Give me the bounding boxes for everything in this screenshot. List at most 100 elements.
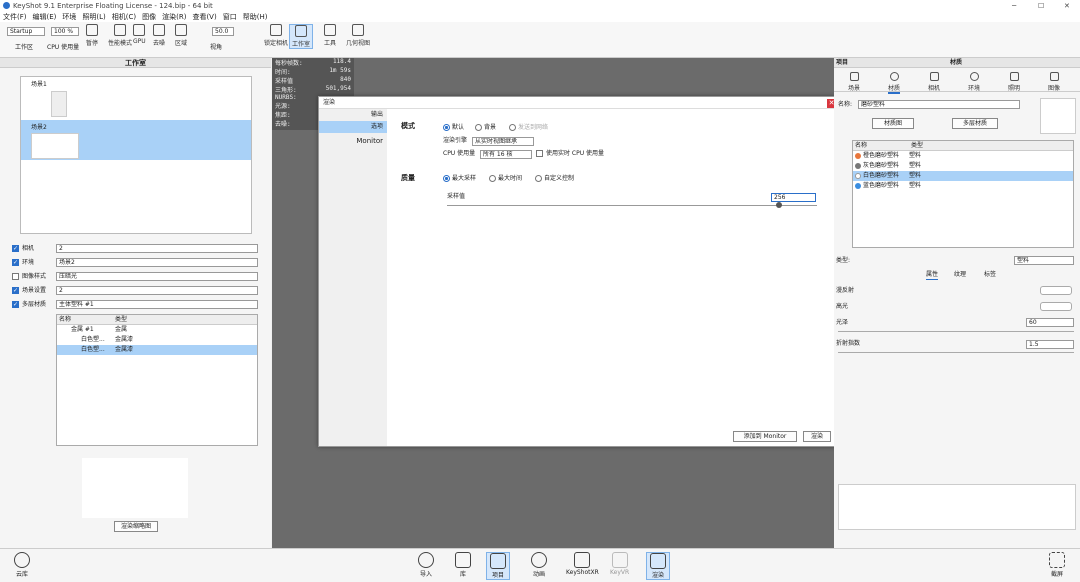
samples-slider-track[interactable]: [447, 205, 817, 206]
render-button[interactable]: 渲染: [803, 431, 831, 442]
gpu-button[interactable]: GPU: [133, 24, 146, 45]
tab-options[interactable]: 选项: [319, 121, 387, 133]
roughness-slider[interactable]: [838, 331, 1074, 332]
list-item[interactable]: 蓝色磨砂塑料 塑料: [853, 181, 1073, 191]
tools-button[interactable]: 工具: [324, 24, 336, 47]
menu-view[interactable]: 查看(V): [192, 12, 216, 22]
animation-button[interactable]: 动画: [531, 552, 547, 578]
studio-button[interactable]: 工作室: [289, 24, 314, 49]
menu-window[interactable]: 窗口: [223, 12, 237, 22]
quality-custom-radio[interactable]: 自定义控制: [535, 174, 574, 184]
specular-color-swatch[interactable]: [1040, 302, 1072, 311]
tab-image[interactable]: 图像: [1048, 72, 1060, 92]
minimize-icon[interactable]: ─: [1012, 2, 1016, 10]
menu-file[interactable]: 文件(F): [3, 12, 27, 22]
subtab-textures[interactable]: 纹理: [954, 270, 966, 280]
geometry-view-button[interactable]: 几何视图: [346, 24, 370, 47]
menu-environment[interactable]: 环境: [62, 12, 76, 22]
maximize-icon[interactable]: ☐: [1038, 2, 1044, 10]
menu-help[interactable]: 帮助(H): [243, 12, 268, 22]
denoise-button[interactable]: 去噪: [153, 24, 165, 47]
scene-item-selected[interactable]: 场景2: [21, 120, 251, 160]
tab-output[interactable]: 输出: [319, 109, 387, 121]
cpu-select[interactable]: 100 %: [51, 27, 79, 36]
tab-material[interactable]: 材质: [888, 72, 901, 94]
tab-environment[interactable]: 环境: [968, 72, 980, 92]
menu-lighting[interactable]: 照明(L): [82, 12, 105, 22]
keyshotxr-button[interactable]: KeyShotXR: [566, 552, 599, 576]
samples-slider-handle[interactable]: [776, 202, 782, 208]
image-style-select[interactable]: 压暗光: [56, 272, 258, 281]
cloud-library-button[interactable]: 云库: [14, 552, 30, 578]
cpu-usage-select[interactable]: 所有 16 核: [480, 150, 532, 159]
environment-select[interactable]: 场景2: [56, 258, 258, 267]
list-item[interactable]: 橙色磨砂塑料 塑料: [853, 151, 1073, 161]
performance-mode-button[interactable]: 性能模式: [108, 24, 132, 47]
camera-select[interactable]: 2: [56, 244, 258, 253]
add-to-monitor-button[interactable]: 添加到 Monitor: [733, 431, 797, 442]
render-thumbnail-button[interactable]: 渲染缩略图: [114, 521, 158, 532]
project-button[interactable]: 项目: [486, 552, 510, 580]
multilayer-select[interactable]: 主体塑料 #1: [56, 300, 258, 309]
material-name-input[interactable]: 磨砂塑料: [858, 100, 1020, 109]
engine-select[interactable]: 从实时视图继承: [472, 137, 534, 146]
table-row[interactable]: 白色塑... 金属漆: [57, 335, 257, 345]
material-library-strip[interactable]: [838, 484, 1076, 530]
menu-edit[interactable]: 编辑(E): [33, 12, 57, 22]
scene-thumbnail: [31, 133, 79, 159]
samples-input[interactable]: 256: [771, 193, 816, 202]
region-button[interactable]: 区域: [175, 24, 187, 47]
prop-camera[interactable]: ✓ 相机: [12, 244, 34, 254]
diffuse-color-swatch[interactable]: [1040, 286, 1072, 295]
menu-render[interactable]: 渲染(R): [162, 12, 186, 22]
lock-camera-button[interactable]: 锁定相机: [264, 24, 288, 47]
tab-monitor[interactable]: Monitor: [319, 133, 387, 149]
mode-background-radio[interactable]: 背景: [475, 123, 496, 133]
list-item[interactable]: 灰色磨砂塑料 塑料: [853, 161, 1073, 171]
tab-lighting[interactable]: 照明: [1008, 72, 1020, 92]
prop-scene-settings[interactable]: ✓ 场景设置: [12, 286, 46, 296]
material-graph-button[interactable]: 材质图: [872, 118, 914, 129]
tab-scene[interactable]: 场景: [848, 72, 860, 92]
ior-input[interactable]: 1.5: [1026, 340, 1074, 349]
type-select[interactable]: 塑料: [1014, 256, 1074, 265]
roughness-input[interactable]: 60: [1026, 318, 1074, 327]
menu-bar: 文件(F) 编辑(E) 环境 照明(L) 相机(C) 图像 渲染(R) 查看(V…: [0, 11, 1080, 22]
library-button[interactable]: 库: [455, 552, 471, 578]
render-bottom-button[interactable]: 渲染: [646, 552, 670, 580]
list-item[interactable]: 白色磨砂塑料 塑料: [853, 171, 1073, 181]
prop-environment[interactable]: ✓ 环境: [12, 258, 34, 268]
fov-input[interactable]: 50.0: [212, 27, 234, 36]
subtab-properties[interactable]: 属性: [926, 270, 939, 280]
prop-image-style[interactable]: 图像样式: [12, 272, 46, 282]
menu-camera[interactable]: 相机(C): [112, 12, 136, 22]
mode-network-radio[interactable]: 发送到网络: [509, 123, 548, 133]
ior-slider[interactable]: [838, 352, 1074, 353]
quality-max-time-radio[interactable]: 最大时间: [489, 174, 522, 184]
scene-item[interactable]: 场景1: [21, 77, 251, 120]
fov-label: 视角: [210, 44, 223, 51]
prop-multilayer[interactable]: ✓ 多层材质: [12, 300, 46, 310]
subtab-labels[interactable]: 标签: [984, 270, 996, 280]
import-button[interactable]: 导入: [418, 552, 434, 578]
close-icon[interactable]: ✕: [1064, 2, 1070, 10]
multilayer-material-button[interactable]: 多层材质: [952, 118, 998, 129]
scene-settings-select[interactable]: 2: [56, 286, 258, 295]
mode-default-radio[interactable]: 默认: [443, 123, 464, 133]
tab-camera[interactable]: 相机: [928, 72, 940, 92]
table-row[interactable]: 白色塑... 金属漆: [57, 345, 257, 355]
scene-icon: [849, 72, 859, 81]
material-panel: 项目 材质 场景 材质 相机 环境 照明 图像 名称: 磨砂塑料 材质图 多层材…: [834, 58, 1080, 548]
menu-image[interactable]: 图像: [142, 12, 156, 22]
lightbulb-icon: [1009, 72, 1019, 81]
table-row[interactable]: 金属 #1 金属: [57, 325, 257, 335]
image-icon: [1049, 72, 1059, 81]
pause-button[interactable]: 暂停: [86, 24, 98, 47]
workspace-select[interactable]: Startup: [7, 27, 45, 36]
quality-max-samples-radio[interactable]: 最大采样: [443, 174, 476, 184]
keyvr-button[interactable]: KeyVR: [610, 552, 629, 576]
realtime-cpu-checkbox[interactable]: 使用实时 CPU 使用量: [536, 149, 604, 159]
material-preview: [1040, 98, 1076, 134]
screenshot-button[interactable]: 截屏: [1049, 552, 1065, 578]
vr-headset-icon: [611, 552, 628, 568]
